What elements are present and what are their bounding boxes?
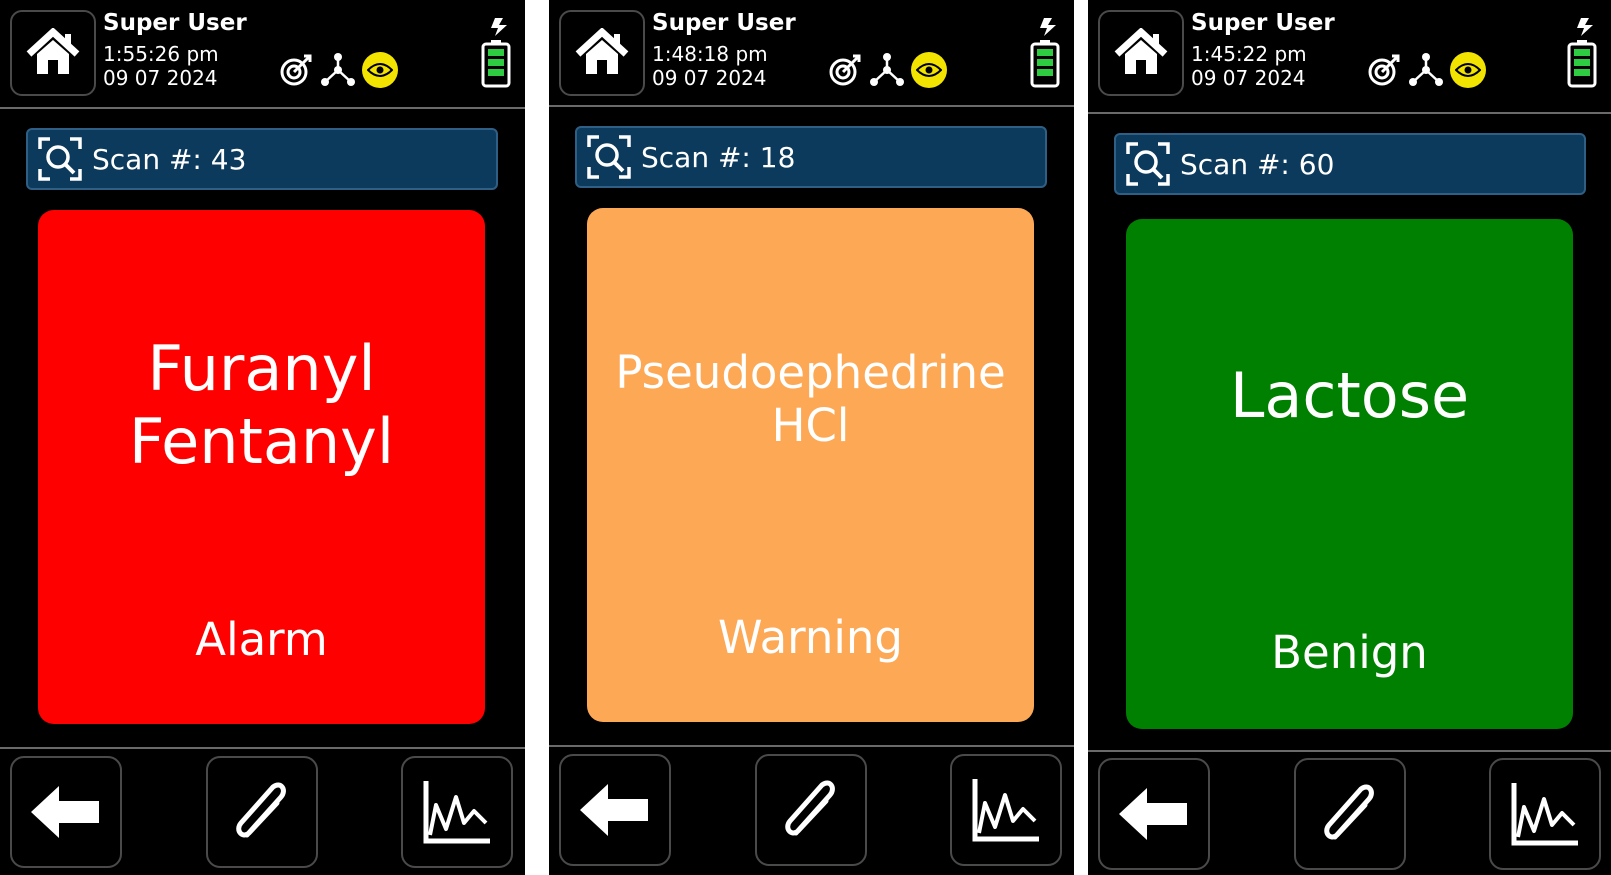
attach-button[interactable] (206, 756, 318, 868)
device-screen-alarm: Super User 1:55:26 pm 09 07 2024 Scan #:… (0, 0, 525, 875)
scan-number-bar[interactable]: Scan #: 60 (1114, 133, 1586, 195)
header-divider (0, 107, 525, 109)
spectrum-chart-icon (972, 779, 1039, 842)
scan-search-icon (587, 135, 631, 179)
battery-charging-icon (1567, 18, 1597, 88)
spectrum-button[interactable] (401, 756, 513, 868)
network-icon (1409, 53, 1443, 86)
battery-charging-icon (1030, 18, 1060, 88)
result-card-warning: Pseudoephedrine HCl Warning (587, 208, 1034, 722)
result-card-alarm: Furanyl Fentanyl Alarm (38, 210, 485, 724)
back-arrow-icon (31, 786, 99, 838)
target-icon (280, 54, 312, 86)
paperclip-icon (785, 780, 835, 836)
home-button[interactable] (1098, 10, 1184, 96)
attach-button[interactable] (1294, 758, 1406, 870)
result-status: Benign (1271, 626, 1428, 679)
scan-number-bar[interactable]: Scan #: 43 (26, 128, 498, 190)
paperclip-icon (1324, 784, 1374, 840)
footer-divider (549, 745, 1074, 747)
status-header: Super User 1:55:26 pm 09 07 2024 (0, 0, 525, 108)
back-button[interactable] (559, 754, 671, 866)
network-icon (870, 53, 904, 86)
scan-number-label: Scan #: 43 (92, 142, 247, 176)
attach-button[interactable] (755, 754, 867, 866)
home-icon (575, 28, 629, 74)
device-screen-warning: Super User 1:48:18 pm 09 07 2024 Scan #:… (549, 0, 1074, 875)
user-name: Super User (652, 10, 796, 36)
scan-number-label: Scan #: 18 (641, 140, 796, 174)
result-status: Alarm (195, 613, 328, 666)
substance-name: Furanyl Fentanyl (128, 332, 395, 479)
scan-number-bar[interactable]: Scan #: 18 (575, 126, 1047, 188)
device-screen-benign: Super User 1:45:22 pm 09 07 2024 Scan #:… (1088, 0, 1611, 875)
battery-charging-icon (481, 18, 511, 88)
result-status: Warning (717, 611, 903, 664)
spectrum-button[interactable] (1489, 758, 1601, 870)
status-header: Super User 1:48:18 pm 09 07 2024 (549, 0, 1074, 108)
user-name: Super User (103, 10, 247, 36)
header-divider (549, 105, 1074, 107)
spectrum-chart-icon (1511, 783, 1578, 846)
scan-number-label: Scan #: 60 (1180, 147, 1335, 181)
header-divider (1088, 112, 1611, 114)
user-name: Super User (1191, 10, 1335, 36)
network-icon (321, 53, 355, 86)
eye-icon (1450, 52, 1486, 88)
result-card-benign: Lactose Benign (1126, 219, 1573, 729)
status-icon-group (827, 50, 947, 90)
back-button[interactable] (1098, 758, 1210, 870)
back-button[interactable] (10, 756, 122, 868)
target-icon (829, 54, 861, 86)
home-icon (1114, 28, 1168, 74)
clock-time: 1:48:18 pm (652, 42, 768, 66)
spectrum-button[interactable] (950, 754, 1062, 866)
scan-search-icon (1126, 142, 1170, 186)
substance-name: Lactose (1229, 359, 1470, 432)
target-icon (1368, 54, 1400, 86)
home-button[interactable] (559, 10, 645, 96)
substance-name: Pseudoephedrine HCl (615, 346, 1006, 453)
eye-icon (362, 52, 398, 88)
back-arrow-icon (580, 784, 648, 836)
clock-time: 1:45:22 pm (1191, 42, 1307, 66)
eye-icon (911, 52, 947, 88)
clock-date: 09 07 2024 (1191, 66, 1306, 90)
status-icon-group (1366, 50, 1486, 90)
scan-search-icon (38, 137, 82, 181)
home-button[interactable] (10, 10, 96, 96)
home-icon (26, 28, 80, 74)
spectrum-chart-icon (423, 781, 490, 844)
clock-date: 09 07 2024 (103, 66, 218, 90)
footer-divider (1088, 750, 1611, 752)
back-arrow-icon (1119, 788, 1187, 840)
paperclip-icon (236, 782, 286, 838)
status-icon-group (278, 50, 398, 90)
clock-time: 1:55:26 pm (103, 42, 219, 66)
status-header: Super User 1:45:22 pm 09 07 2024 (1088, 0, 1611, 108)
clock-date: 09 07 2024 (652, 66, 767, 90)
footer-divider (0, 747, 525, 749)
